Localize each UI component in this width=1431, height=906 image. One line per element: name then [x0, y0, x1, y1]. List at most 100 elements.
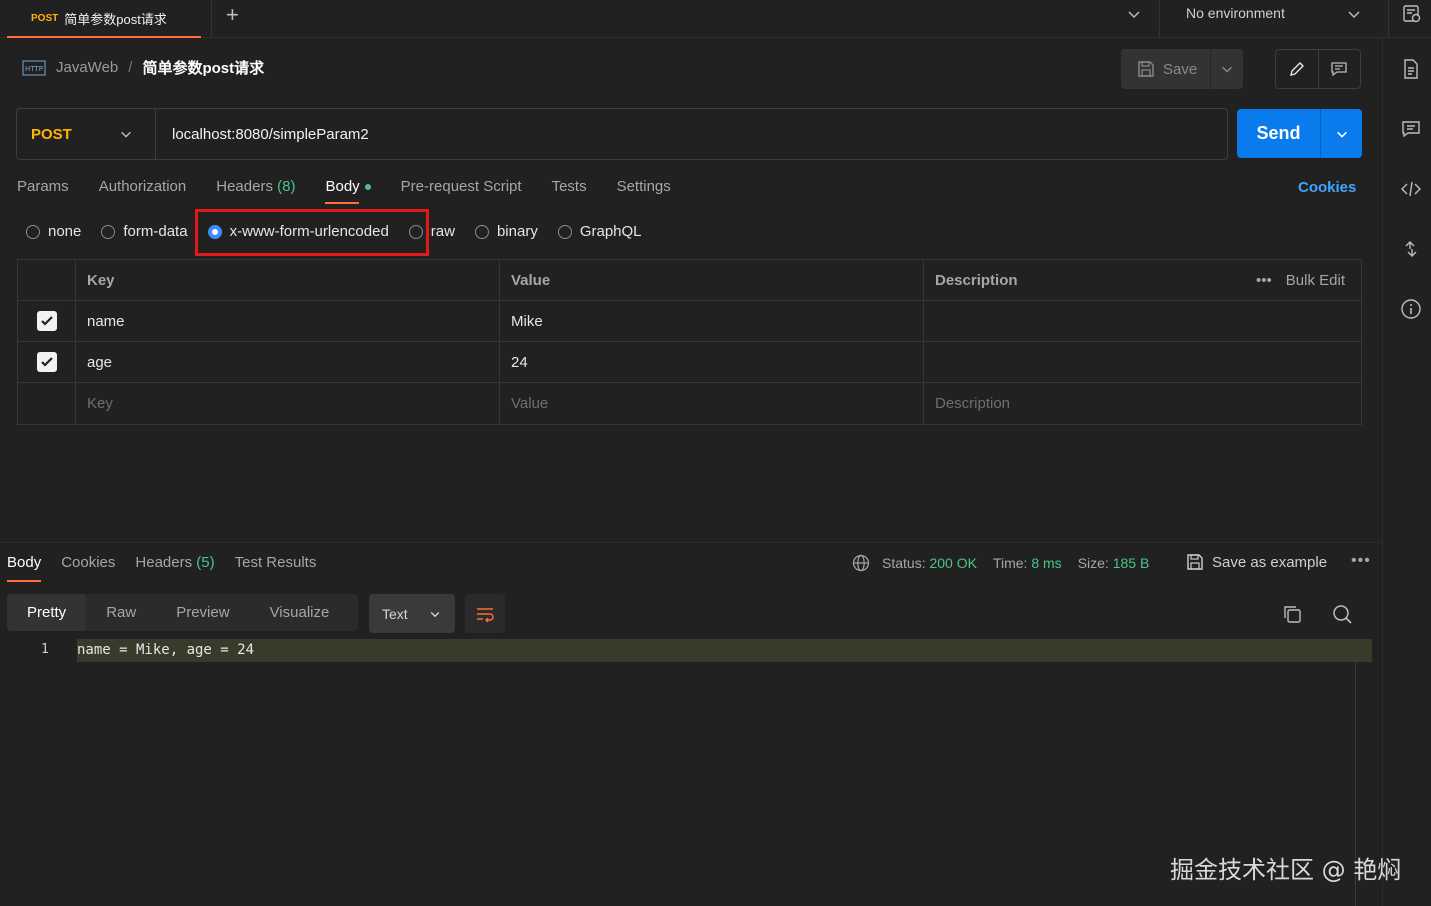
request-tab[interactable]: POST 简单参数post请求: [7, 0, 201, 38]
environment-quick-look-icon[interactable]: [1402, 4, 1422, 24]
code-snippet-icon[interactable]: [1400, 178, 1422, 200]
key-cell[interactable]: name: [76, 301, 500, 341]
save-button[interactable]: Save: [1121, 49, 1243, 89]
wrap-lines-button[interactable]: [465, 594, 505, 633]
size-value: 185 B: [1112, 555, 1150, 571]
radio-binary[interactable]: binary: [474, 223, 538, 240]
related-collections-icon[interactable]: [1400, 238, 1422, 260]
pencil-icon: [1288, 60, 1306, 78]
tab-body[interactable]: Body: [325, 178, 371, 204]
radio-form-data[interactable]: form-data: [101, 223, 188, 240]
radio-graphql[interactable]: GraphQL: [557, 223, 642, 240]
size-label: Size:: [1077, 555, 1109, 571]
description-input[interactable]: Description: [924, 383, 1361, 424]
time-label: Time:: [992, 555, 1028, 571]
response-tab-body[interactable]: Body: [7, 554, 42, 582]
status-label: Status:: [882, 555, 926, 571]
response-status: Status: 200 OK Time: 8 ms Size: 185 B: [852, 554, 1149, 572]
row-checkbox[interactable]: [36, 311, 57, 331]
view-raw[interactable]: Raw: [86, 594, 156, 631]
request-tabs: Params Authorization Headers (8) Body Pr…: [17, 178, 671, 204]
environment-selector[interactable]: No environment: [1186, 5, 1285, 21]
key-cell[interactable]: age: [76, 342, 500, 382]
tab-headers[interactable]: Headers (8): [216, 178, 295, 195]
line-number: 1: [41, 642, 49, 657]
tab-headers-count: (8): [277, 178, 296, 195]
tab-settings[interactable]: Settings: [617, 178, 671, 195]
tab-authorization[interactable]: Authorization: [99, 178, 187, 195]
response-tabs: Body Cookies Headers (5) Test Results: [7, 554, 317, 582]
breadcrumb-separator: /: [128, 59, 133, 76]
pane-splitter[interactable]: [0, 542, 1382, 543]
size-info: Size: 185 B: [1078, 555, 1150, 571]
send-button[interactable]: Send: [1237, 109, 1321, 158]
watermark: 掘金技术社区 @ 艳焖: [1170, 856, 1402, 884]
value-cell[interactable]: 24: [500, 342, 924, 382]
edit-button[interactable]: [1276, 50, 1319, 88]
save-icon: [1186, 553, 1204, 571]
breadcrumb-collection[interactable]: JavaWeb: [56, 59, 118, 76]
comment-icon: [1330, 60, 1348, 78]
globe-icon[interactable]: [852, 554, 870, 572]
search-icon[interactable]: [1331, 603, 1353, 625]
svg-text:HTTP: HTTP: [25, 65, 43, 73]
save-as-example-label: Save as example: [1212, 553, 1328, 571]
url-input[interactable]: localhost:8080/simpleParam2: [156, 126, 369, 143]
chevron-down-icon: [1335, 127, 1349, 141]
description-cell[interactable]: [924, 342, 1361, 382]
url-bar: POST localhost:8080/simpleParam2: [16, 108, 1228, 160]
tab-headers-label: Headers: [216, 178, 273, 195]
table-row: age 24: [18, 342, 1361, 383]
documentation-icon[interactable]: [1400, 58, 1422, 80]
chevron-down-icon: [429, 608, 441, 620]
view-visualize[interactable]: Visualize: [250, 594, 350, 631]
tab-pre-request-script[interactable]: Pre-request Script: [401, 178, 522, 195]
radio-circle: [26, 224, 40, 239]
radio-label: GraphQL: [579, 223, 642, 240]
response-body-editor[interactable]: 1 name = Mike, age = 24: [0, 639, 1372, 662]
comments-icon[interactable]: [1400, 118, 1422, 140]
value-cell[interactable]: Mike: [500, 301, 924, 341]
description-cell[interactable]: [924, 301, 1361, 341]
save-icon: [1137, 60, 1155, 78]
row-checkbox[interactable]: [36, 352, 57, 372]
comment-button[interactable]: [1319, 50, 1361, 88]
method-selector[interactable]: POST: [17, 109, 156, 159]
response-tab-cookies[interactable]: Cookies: [61, 554, 115, 571]
response-tab-test-results[interactable]: Test Results: [235, 554, 317, 571]
save-options-button[interactable]: [1211, 62, 1243, 76]
format-dropdown[interactable]: Text: [369, 594, 455, 633]
add-tab-button[interactable]: +: [226, 2, 239, 28]
info-icon[interactable]: [1400, 298, 1422, 320]
chevron-down-icon[interactable]: [1346, 6, 1362, 22]
right-sidebar-divider: [1382, 38, 1383, 906]
more-options-icon[interactable]: •••: [1351, 552, 1371, 570]
view-pretty[interactable]: Pretty: [7, 594, 87, 631]
current-line-highlight: [77, 639, 1372, 662]
cookies-link[interactable]: Cookies: [1298, 179, 1356, 196]
more-options-icon[interactable]: •••: [1256, 272, 1272, 289]
time-info: Time: 8 ms: [993, 555, 1062, 571]
bulk-edit-button[interactable]: Bulk Edit: [1286, 272, 1345, 289]
checkbox-cell: [18, 342, 76, 382]
header-checkbox-cell: [18, 260, 76, 300]
send-options-button[interactable]: [1321, 109, 1362, 158]
tab-params[interactable]: Params: [17, 178, 69, 195]
checkbox-cell: [18, 301, 76, 341]
value-input[interactable]: Value: [500, 383, 924, 424]
page-title[interactable]: 简单参数post请求: [142, 57, 264, 78]
tab-body-label: Body: [325, 178, 360, 195]
response-headers-count: (5): [196, 554, 215, 571]
column-header-value: Value: [500, 260, 924, 300]
save-as-example-button[interactable]: Save as example: [1186, 553, 1327, 571]
radio-none[interactable]: none: [26, 223, 81, 240]
copy-icon[interactable]: [1281, 603, 1303, 625]
response-tab-headers-label: Headers: [135, 554, 193, 571]
method-label: POST: [31, 125, 72, 143]
view-preview[interactable]: Preview: [156, 594, 249, 631]
chevron-down-icon[interactable]: [1126, 6, 1142, 22]
highlight-annotation-box: [195, 209, 429, 256]
response-tab-headers[interactable]: Headers (5): [135, 554, 214, 571]
key-input[interactable]: Key: [76, 383, 500, 424]
tab-tests[interactable]: Tests: [552, 178, 587, 195]
